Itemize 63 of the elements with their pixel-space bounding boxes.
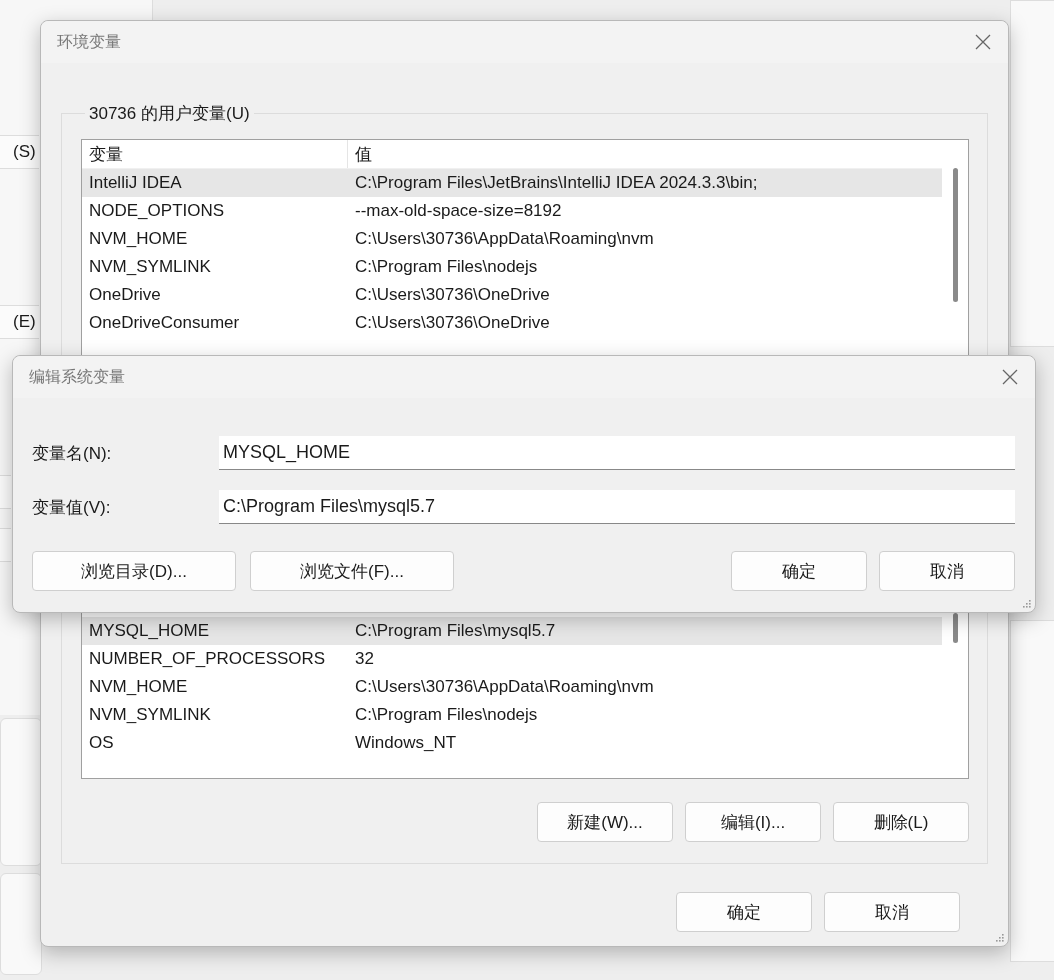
table-cell-text: C:\Users\30736\OneDrive — [354, 285, 551, 305]
browse-button[interactable]: 浏览文件(F)... — [250, 551, 454, 591]
cancel-button[interactable]: 取消 — [824, 892, 960, 932]
table-cell-text: --max-old-space-size=8192 — [354, 201, 563, 221]
table-row[interactable]: NVM_HOME C:\Users\30736\AppData\Roaming\nvm — [82, 673, 942, 701]
column-header[interactable]: 值 — [348, 142, 942, 166]
table-cell-text: 32 — [354, 649, 375, 669]
close-icon[interactable] — [975, 34, 991, 50]
table-row[interactable]: NUMBER_OF_PROCESSORS 32 — [82, 645, 942, 673]
window-title: 环境变量 — [57, 31, 121, 52]
table-row[interactable]: NODE_OPTIONS --max-old-space-size=8192 — [82, 197, 942, 225]
table-cell-text: OneDrive — [88, 285, 162, 305]
input-field[interactable]: MYSQL_HOME — [219, 436, 1015, 470]
group-label: 30736 的用户变量(U) — [88, 103, 251, 124]
settings-field[interactable]: (S) — [0, 135, 39, 169]
resize-grip-icon[interactable] — [1021, 598, 1031, 608]
field-label: 变量名(N): — [32, 442, 113, 465]
action-button[interactable]: 新建(W)... — [537, 802, 673, 842]
table-cell-text: NVM_SYMLINK — [88, 257, 212, 277]
table-cell-text: NODE_OPTIONS — [88, 201, 226, 221]
table-cell-text: OneDriveConsumer — [88, 313, 241, 333]
table-cell-text: C:\Program Files\nodejs — [354, 257, 539, 277]
table-cell-text: NVM_HOME — [88, 677, 189, 697]
table-cell-text: C:\Users\30736\AppData\Roaming\nvm — [354, 229, 655, 249]
table-row[interactable]: IntelliJ IDEA C:\Program Files\JetBrains\IntelliJ IDEA 2024.3.3\bin; — [82, 169, 942, 197]
table-cell-text: MYSQL_HOME — [88, 621, 210, 641]
table-cell-text: Windows_NT — [354, 733, 458, 753]
scrollbar-thumb[interactable] — [953, 613, 958, 643]
settings-field[interactable]: (E) — [0, 305, 39, 339]
table-row[interactable]: NVM_HOME C:\Users\30736\AppData\Roaming\nvm — [82, 225, 942, 253]
scrollbar-thumb[interactable] — [953, 168, 958, 302]
ok-button[interactable]: 确定 — [676, 892, 812, 932]
table-cell-text: NUMBER_OF_PROCESSORS — [88, 649, 327, 669]
table-cell-text: C:\Program Files\nodejs — [354, 705, 539, 725]
input-field[interactable]: C:\Program Files\mysql5.7 — [219, 490, 1015, 524]
action-button[interactable]: 编辑(I)... — [685, 802, 821, 842]
field-label: (E) — [13, 312, 36, 332]
settings-field[interactable] — [0, 475, 11, 509]
table-cell-text: C:\Users\30736\OneDrive — [354, 313, 551, 333]
column-header[interactable]: 变量 — [82, 140, 348, 168]
table-cell-text: IntelliJ IDEA — [88, 173, 183, 193]
browse-button[interactable]: 浏览目录(D)... — [32, 551, 236, 591]
table-row[interactable]: NVM_SYMLINK C:\Program Files\nodejs — [82, 253, 942, 281]
table-cell-text: NVM_SYMLINK — [88, 705, 212, 725]
table-row[interactable]: OS Windows_NT — [82, 729, 942, 757]
resize-grip-icon[interactable] — [994, 932, 1004, 942]
table-row[interactable]: NVM_SYMLINK C:\Program Files\nodejs — [82, 701, 942, 729]
settings-field[interactable] — [0, 528, 11, 562]
table-row[interactable]: OneDriveConsumer C:\Users\30736\OneDrive — [82, 309, 942, 337]
table-row[interactable]: MYSQL_HOME C:\Program Files\mysql5.7 — [82, 617, 942, 645]
close-icon[interactable] — [1002, 369, 1018, 385]
table-cell-text: OS — [88, 733, 115, 753]
table-cell-text: C:\Program Files\mysql5.7 — [354, 621, 557, 641]
table-cell-text: NVM_HOME — [88, 229, 189, 249]
table-row[interactable]: OneDrive C:\Users\30736\OneDrive — [82, 281, 942, 309]
action-button[interactable]: 删除(L) — [833, 802, 969, 842]
field-label: (S) — [13, 142, 36, 162]
window-title: 编辑系统变量 — [29, 366, 125, 387]
table-cell-text: C:\Program Files\JetBrains\IntelliJ IDEA 2024.3.3\bin; — [354, 173, 759, 193]
table-cell-text: C:\Users\30736\AppData\Roaming\nvm — [354, 677, 655, 697]
cancel-button[interactable]: 取消 — [879, 551, 1015, 591]
field-label: 变量值(V): — [32, 496, 112, 519]
ok-button[interactable]: 确定 — [731, 551, 867, 591]
